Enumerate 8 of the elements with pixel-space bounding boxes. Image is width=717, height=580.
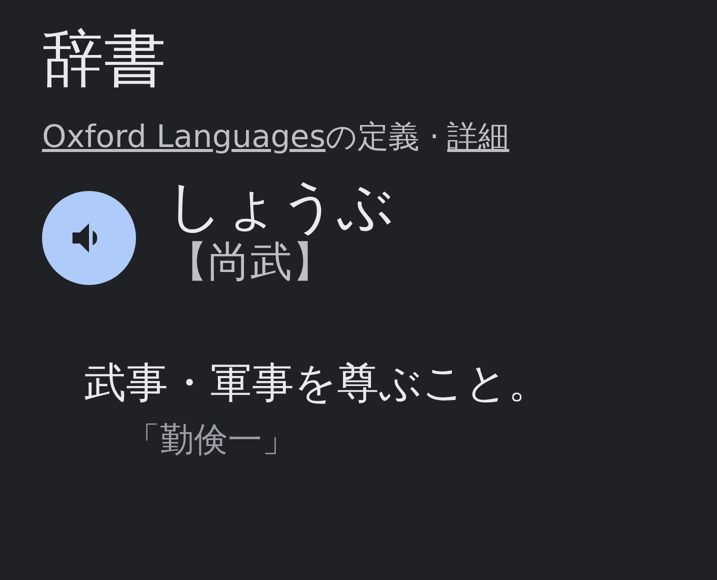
details-link[interactable]: 詳細 — [447, 114, 510, 161]
example-text: 「勤倹一」 — [125, 420, 297, 461]
source-label: の定義 · — [326, 118, 440, 158]
definition-text: 武事・軍事を尊ぶこと。 — [84, 357, 551, 410]
reading-text: しょうぶ — [166, 174, 394, 240]
kanji-text: 【尚武】 — [166, 239, 335, 286]
source-link[interactable]: Oxford Languages — [42, 114, 326, 161]
dictionary-title: 辞書 — [42, 22, 167, 96]
